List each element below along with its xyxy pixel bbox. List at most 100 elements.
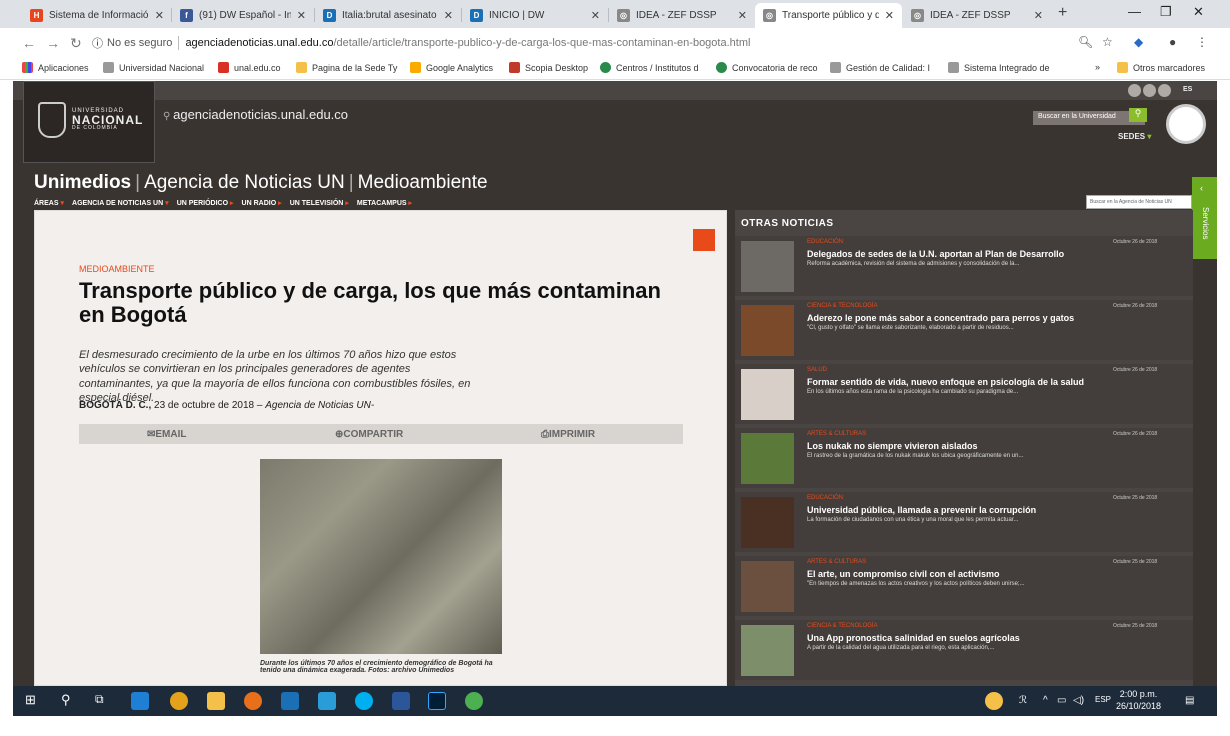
firefox-icon[interactable]	[244, 692, 262, 710]
bookmark-apps[interactable]: Aplicaciones	[22, 62, 89, 73]
close-icon[interactable]: ✕	[297, 9, 306, 22]
maximize-icon[interactable]: ❐	[1160, 4, 1172, 20]
tab-idea-1[interactable]: ◎ IDEA - ZEF DSSP ✕	[609, 3, 755, 28]
bookmark-otros[interactable]: Otros marcadores	[1117, 62, 1205, 73]
colombia-coat-of-arms-icon[interactable]	[1166, 104, 1206, 144]
other-news-panel: OTRAS NOTICIAS EDUCACIÓN Octubre 26 de 20…	[735, 210, 1193, 686]
help-icon[interactable]	[985, 692, 1003, 710]
photoshop-icon[interactable]	[428, 692, 446, 710]
network-icon[interactable]: ▭	[1057, 695, 1066, 706]
news-item[interactable]: ARTES & CULTURAS Octubre 26 de 2018 Los nu…	[735, 428, 1193, 488]
extension-icon[interactable]: ◆	[1134, 35, 1143, 49]
share-button[interactable]: ⊕ COMPARTIR	[335, 429, 403, 440]
brand-link[interactable]: Unimedios	[34, 172, 131, 193]
news-thumbnail	[741, 305, 794, 356]
minimize-icon[interactable]: —	[1128, 4, 1141, 19]
news-item[interactable]: EDUCACIÓN Octubre 25 de 2018 Universidad p…	[735, 492, 1193, 552]
bookmark-centros[interactable]: Centros / Institutos d	[600, 62, 699, 73]
close-icon[interactable]: ✕	[155, 9, 164, 22]
notifications-icon[interactable]: ▤	[1185, 695, 1194, 706]
menu-icon[interactable]: ⋮	[1196, 35, 1208, 49]
clock[interactable]: 2:00 p.m. 26/10/2018	[1116, 689, 1161, 712]
edge-icon[interactable]	[131, 692, 149, 710]
skype-icon[interactable]	[355, 692, 373, 710]
close-window-icon[interactable]: ✕	[1193, 4, 1204, 20]
tab-dw-facebook[interactable]: f(91) DW Español - Inicio✕	[172, 3, 314, 28]
news-item[interactable]: ARTES & CULTURAS Octubre 25 de 2018 El art…	[735, 556, 1193, 616]
search-icon[interactable]: ⚲	[61, 692, 79, 710]
close-icon[interactable]: ✕	[885, 9, 894, 22]
tab-transporte-active[interactable]: ◎ Transporte público y de ✕	[755, 3, 902, 28]
close-icon[interactable]: ✕	[444, 9, 453, 22]
article-lead: El desmesurado crecimiento de la urbe en…	[79, 349, 471, 404]
info-icon[interactable]: ⓘ	[92, 35, 103, 51]
bookmarks-overflow-icon[interactable]: »	[1095, 62, 1100, 72]
rss-icon[interactable]	[1158, 84, 1171, 97]
account-icon[interactable]: ●	[1169, 35, 1176, 49]
facebook-icon[interactable]	[1143, 84, 1156, 97]
file-explorer-icon[interactable]	[207, 692, 225, 710]
star-icon[interactable]: ☆	[1102, 35, 1113, 49]
tab-italia[interactable]: DItalia:brutal asesinato de✕	[315, 3, 461, 28]
word-icon[interactable]	[392, 692, 410, 710]
tray-up-icon[interactable]: ^	[1043, 695, 1048, 706]
servicios-tab[interactable]: ‹ Servicios	[1192, 177, 1217, 259]
subnav-agencia[interactable]: AGENCIA DE NOTICIAS UN ▾	[72, 199, 169, 207]
print-button[interactable]: ⎙ IMPRIMIR	[541, 429, 595, 440]
subnav-metacampus[interactable]: METACAMPUS ▸	[357, 199, 412, 207]
article-title: Transporte público y de carga, los que m…	[79, 278, 661, 328]
seal-icon: ◎	[617, 9, 630, 22]
bookmark-pagina-sede[interactable]: Pagina de la Sede Ty	[296, 62, 397, 73]
monitor-app-icon[interactable]	[318, 692, 336, 710]
new-tab-button[interactable]: +	[1058, 4, 1067, 22]
news-item[interactable]: SALUD Octubre 26 de 2018 Formar sentido de…	[735, 364, 1193, 424]
keyboard-language[interactable]: ESP	[1095, 695, 1111, 704]
volume-icon[interactable]: ◁)	[1073, 695, 1084, 706]
bookmark-sistema[interactable]: Sistema Integrado de	[948, 62, 1050, 73]
photo-caption: Durante los últimos 70 años el crecimien…	[260, 660, 493, 674]
chrome-icon[interactable]	[170, 692, 188, 710]
site-link[interactable]: ⚲ agenciadenoticias.unal.edu.co	[163, 107, 348, 122]
address-bar[interactable]: ⓘ No es seguro agenciadenoticias.unal.ed…	[92, 32, 1092, 54]
tab-idea-2[interactable]: ◎ IDEA - ZEF DSSP ✕	[903, 3, 1051, 28]
bookmark-unal-edu[interactable]: unal.edu.co	[218, 62, 281, 73]
bookmark-gestion[interactable]: Gestión de Calidad: I	[830, 62, 930, 73]
subnav-periodico[interactable]: UN PERIÓDICO ▸	[177, 199, 234, 207]
outlook-icon[interactable]	[281, 692, 299, 710]
close-icon[interactable]: ✕	[1034, 9, 1043, 22]
people-icon[interactable]: ℛ	[1019, 695, 1027, 706]
bookmark-convocatoria[interactable]: Convocatoria de reco	[716, 62, 818, 73]
task-view-icon[interactable]: ⧉	[95, 692, 113, 710]
agency-search-input[interactable]: Buscar en la Agencia de Noticias UN	[1086, 195, 1192, 209]
subnav-radio[interactable]: UN RADIO ▸	[242, 199, 282, 207]
section-link[interactable]: Medioambiente	[358, 172, 488, 193]
subnav-television[interactable]: UN TELEVISIÓN ▸	[290, 199, 349, 207]
unal-logo[interactable]: UNIVERSIDAD NACIONAL DE COLOMBIA	[23, 81, 155, 163]
sedes-dropdown[interactable]: SEDES ▾	[1118, 132, 1151, 141]
tab-inicio-dw[interactable]: D INICIO | DW ✕	[462, 3, 608, 28]
tab-sistema[interactable]: HSistema de Información ·✕	[22, 3, 172, 28]
print-icon[interactable]	[693, 229, 715, 251]
agency-link[interactable]: Agencia de Noticias UN	[144, 172, 345, 193]
back-icon[interactable]: ←	[22, 35, 36, 51]
bookmark-analytics[interactable]: Google Analytics	[410, 62, 493, 73]
close-icon[interactable]: ✕	[738, 9, 747, 22]
language-selector[interactable]: ES	[1183, 86, 1192, 93]
bookmark-unal[interactable]: Universidad Nacional	[103, 62, 204, 73]
reload-icon[interactable]: ↻	[70, 35, 82, 52]
close-icon[interactable]: ✕	[591, 9, 600, 22]
zoom-icon[interactable]: 🔍︎	[1078, 35, 1093, 49]
bookmark-scopia[interactable]: Scopia Desktop	[509, 62, 588, 73]
twitter-icon[interactable]	[1128, 84, 1141, 97]
news-item[interactable]: CIENCIA & TECNOLOGÍA Octubre 25 de 2018 Un…	[735, 620, 1193, 680]
forward-icon[interactable]: →	[46, 35, 60, 51]
news-item[interactable]: CIENCIA & TECNOLOGÍA Octubre 26 de 2018 Ad…	[735, 300, 1193, 360]
news-item[interactable]: EDUCACIÓN Octubre 26 de 2018 Delegados de …	[735, 236, 1193, 296]
sub-navigation: ÁREAS ▾ AGENCIA DE NOTICIAS UN ▾ UN PERIÓD…	[34, 199, 412, 207]
search-icon[interactable]: ⚲	[1129, 108, 1147, 122]
windows-start-icon[interactable]: ⊞	[25, 692, 43, 710]
green-app-icon[interactable]	[465, 692, 483, 710]
subnav-areas[interactable]: ÁREAS ▾	[34, 199, 64, 207]
email-button[interactable]: ✉ EMAIL	[147, 429, 187, 440]
article-category[interactable]: MEDIOAMBIENTE	[79, 264, 155, 274]
